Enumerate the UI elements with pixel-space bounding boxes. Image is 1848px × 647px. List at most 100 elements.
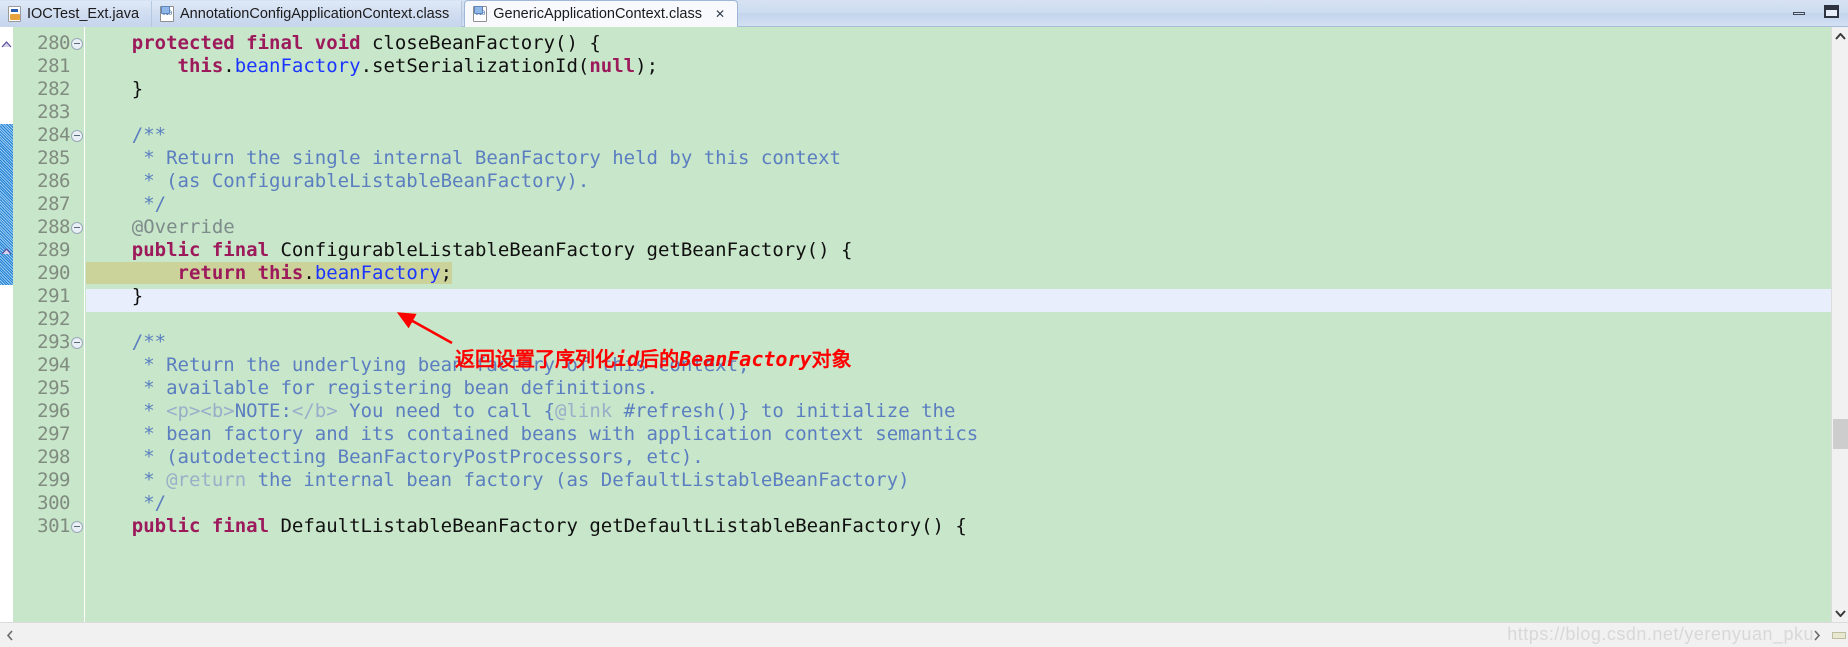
code-token: */ bbox=[86, 193, 167, 215]
code-token: ConfigurableListableBeanFactory getBeanF… bbox=[280, 239, 853, 261]
code-line[interactable]: * (as ConfigurableListableBeanFactory). bbox=[86, 170, 1818, 193]
line-number: 290 bbox=[37, 262, 70, 284]
eclipse-editor-window: IOCTest_Ext.java AnnotationConfigApplicat… bbox=[0, 0, 1848, 647]
fold-collapse-icon[interactable] bbox=[71, 130, 83, 142]
line-number: 288 bbox=[37, 216, 70, 238]
code-token: } bbox=[86, 78, 144, 100]
code-line[interactable]: * Return the underlying bean factory of … bbox=[86, 354, 1818, 377]
code-line[interactable]: return this.beanFactory; bbox=[86, 262, 1818, 285]
fold-collapse-icon[interactable] bbox=[71, 521, 83, 533]
code-token: </b> bbox=[291, 400, 338, 422]
code-token: .setSerializationId( bbox=[360, 55, 590, 77]
tab-list: IOCTest_Ext.java AnnotationConfigApplicat… bbox=[0, 0, 739, 27]
code-line[interactable] bbox=[86, 101, 1818, 124]
tab-0[interactable]: IOCTest_Ext.java bbox=[0, 1, 153, 27]
watermark-text: https://blog.csdn.net/yerenyuan_pku bbox=[1507, 624, 1814, 644]
code-line[interactable]: * bean factory and its contained beans w… bbox=[86, 423, 1818, 446]
code-token: * available for registering bean definit… bbox=[86, 377, 658, 399]
fold-collapse-icon[interactable] bbox=[71, 222, 83, 234]
line-number: 293 bbox=[37, 331, 70, 353]
code-line[interactable]: * (autodetecting BeanFactoryPostProcesso… bbox=[86, 446, 1818, 469]
code-line[interactable]: protected final void closeBeanFactory() … bbox=[86, 32, 1818, 55]
line-number: 280 bbox=[37, 32, 70, 54]
line-number: 285 bbox=[37, 147, 70, 169]
code-line[interactable]: */ bbox=[86, 492, 1818, 515]
code-token: */ bbox=[86, 492, 167, 514]
code-token: * (as ConfigurableListableBeanFactory). bbox=[86, 170, 590, 192]
code-line[interactable]: @Override bbox=[86, 216, 1818, 239]
code-token: @return bbox=[166, 469, 247, 491]
code-token: * Return the underlying bean factory of … bbox=[86, 354, 750, 376]
code-token: * (autodetecting BeanFactoryPostProcesso… bbox=[86, 446, 704, 468]
line-number: 284 bbox=[37, 124, 70, 146]
code-token: DefaultListableBeanFactory getDefaultLis… bbox=[280, 515, 967, 537]
minimize-button[interactable] bbox=[1790, 3, 1810, 21]
vertical-scrollbar-thumb[interactable] bbox=[1833, 419, 1848, 449]
code-line[interactable]: public final DefaultListableBeanFactory … bbox=[86, 515, 1818, 538]
tab-1[interactable]: AnnotationConfigApplicationContext.class bbox=[152, 1, 463, 27]
code-line[interactable]: /** bbox=[86, 124, 1818, 147]
code-line[interactable]: } bbox=[86, 78, 1818, 101]
code-line[interactable]: } bbox=[86, 285, 1818, 308]
horizontal-scrollbar[interactable]: https://blog.csdn.net/yerenyuan_pku bbox=[0, 622, 1848, 647]
code-token bbox=[86, 262, 178, 284]
line-number: 296 bbox=[37, 400, 70, 422]
code-token: NOTE: bbox=[234, 400, 292, 422]
code-token: public final bbox=[131, 239, 281, 261]
fold-collapse-icon[interactable] bbox=[71, 337, 83, 349]
line-number: 289 bbox=[37, 239, 70, 261]
line-number-gutter[interactable]: 280 281 282 283 284 285 286 287 288 289 290 291 292 2… bbox=[13, 27, 85, 622]
code-line[interactable]: * Return the single internal BeanFactory… bbox=[86, 147, 1818, 170]
code-token: null bbox=[589, 55, 636, 77]
line-number: 281 bbox=[37, 55, 70, 77]
fold-collapse-icon[interactable] bbox=[71, 38, 83, 50]
resize-grip[interactable] bbox=[1832, 632, 1846, 639]
code-line[interactable]: * <p><b>NOTE:</b> You need to call {@lin… bbox=[86, 400, 1818, 423]
tab-label: GenericApplicationContext.class bbox=[493, 5, 702, 22]
code-token: You need to call { bbox=[337, 400, 556, 422]
line-number: 287 bbox=[37, 193, 70, 215]
code-line[interactable]: /** bbox=[86, 331, 1818, 354]
code-line[interactable]: */ bbox=[86, 193, 1818, 216]
code-line[interactable] bbox=[86, 308, 1818, 331]
tab-label: IOCTest_Ext.java bbox=[27, 5, 140, 22]
tab-label: AnnotationConfigApplicationContext.class bbox=[180, 5, 450, 22]
code-text-area[interactable]: protected final void closeBeanFactory() … bbox=[86, 27, 1818, 622]
code-token: * bbox=[86, 469, 167, 491]
maximize-button[interactable] bbox=[1822, 3, 1842, 21]
code-token: the internal bean factory (as DefaultLis… bbox=[246, 469, 910, 491]
line-number: 292 bbox=[37, 308, 70, 330]
editor-tab-bar: IOCTest_Ext.java AnnotationConfigApplicat… bbox=[0, 0, 1848, 27]
code-token: this bbox=[177, 55, 224, 77]
code-token: * bean factory and its contained beans w… bbox=[86, 423, 979, 445]
line-number: 298 bbox=[37, 446, 70, 468]
code-token: ); bbox=[635, 55, 659, 77]
line-number: 295 bbox=[37, 377, 70, 399]
code-token: * Return the single internal BeanFactory… bbox=[86, 147, 841, 169]
line-number: 282 bbox=[37, 78, 70, 100]
scroll-up-button[interactable] bbox=[1832, 27, 1848, 45]
tab-2[interactable]: GenericApplicationContext.class ✕ bbox=[464, 0, 739, 27]
class-file-icon bbox=[160, 6, 175, 22]
close-icon[interactable]: ✕ bbox=[715, 7, 725, 21]
code-line[interactable]: * @return the internal bean factory (as … bbox=[86, 469, 1818, 492]
code-token: } bbox=[86, 285, 144, 307]
code-token: beanFactory bbox=[314, 262, 441, 284]
line-number: 286 bbox=[37, 170, 70, 192]
code-editor[interactable]: 280 281 282 283 284 285 286 287 288 289 290 291 292 2… bbox=[0, 27, 1848, 622]
code-line[interactable]: public final ConfigurableListableBeanFac… bbox=[86, 239, 1818, 262]
line-number: 283 bbox=[37, 101, 70, 123]
code-line[interactable]: this.beanFactory.setSerializationId(null… bbox=[86, 55, 1818, 78]
vertical-scrollbar[interactable] bbox=[1831, 27, 1848, 622]
code-token: this bbox=[257, 262, 304, 284]
line-number: 297 bbox=[37, 423, 70, 445]
code-token: . bbox=[303, 262, 315, 284]
code-line[interactable]: * available for registering bean definit… bbox=[86, 377, 1818, 400]
scroll-left-button[interactable] bbox=[0, 623, 19, 647]
scroll-down-button[interactable] bbox=[1832, 604, 1848, 622]
